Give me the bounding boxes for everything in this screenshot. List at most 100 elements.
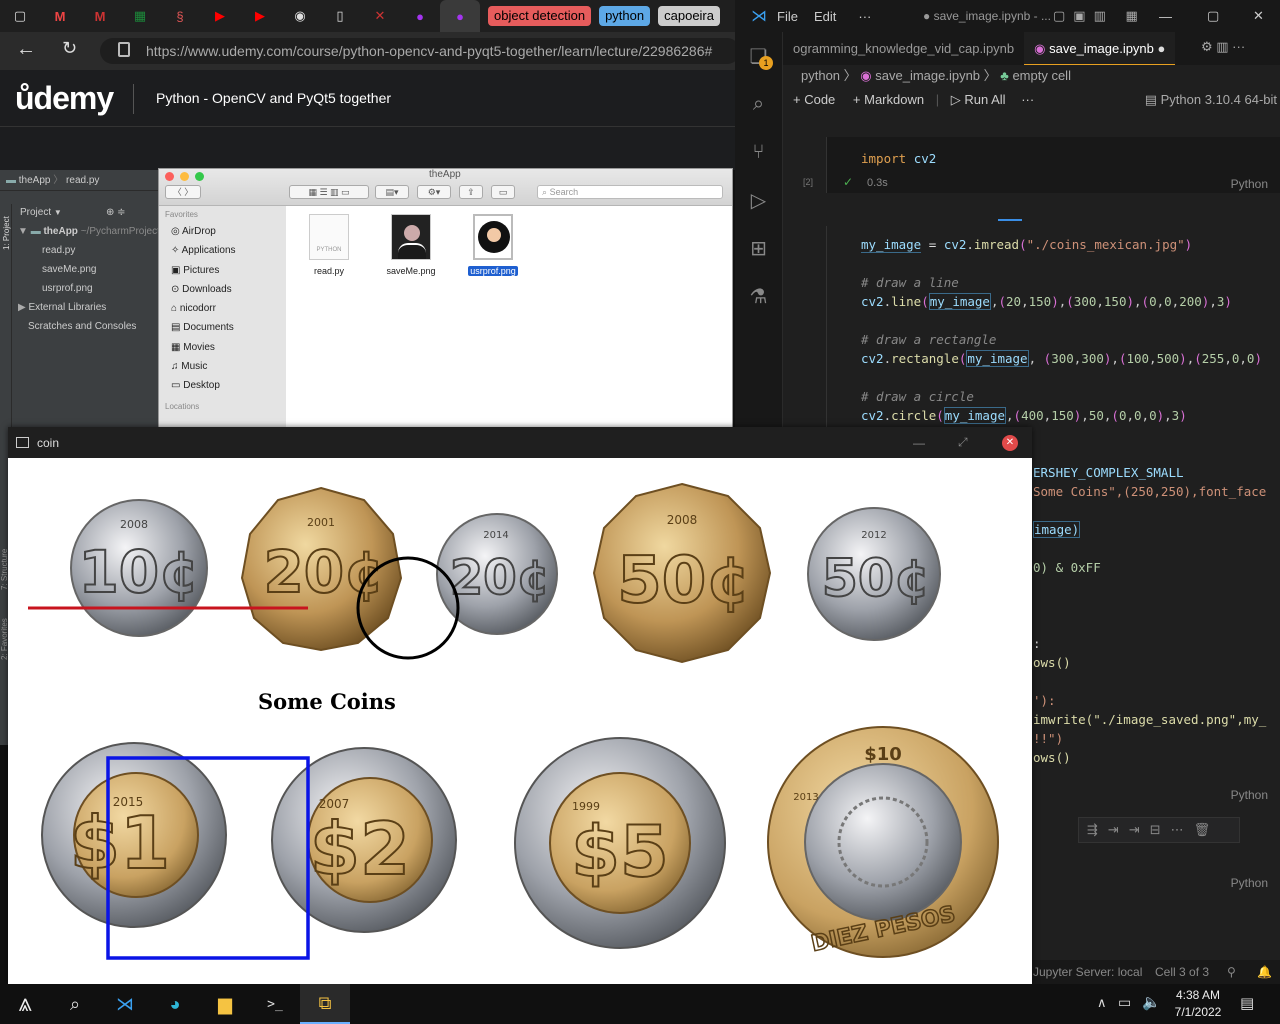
bookmark-capoeira[interactable]: capoeira	[658, 6, 720, 26]
chevron-up-icon[interactable]: ∧	[1097, 995, 1107, 1011]
extensions-icon[interactable]: ⊞	[735, 224, 782, 272]
tree-item-saveme[interactable]: saveMe.png	[14, 260, 160, 279]
sidebar-item-music[interactable]: ♫ Music	[159, 357, 286, 376]
arrow-left-icon[interactable]: ←	[16, 38, 36, 61]
tree-item-usrprof[interactable]: usrprof.png	[14, 279, 160, 298]
panel-title[interactable]: Project	[14, 207, 51, 218]
jupyter-server-status[interactable]: Jupyter Server: local	[1033, 960, 1142, 985]
breadcrumb-python[interactable]: python	[801, 68, 840, 83]
source-control-icon[interactable]: ⑂	[735, 128, 782, 176]
bookmark-object-detection[interactable]: object detection	[488, 6, 592, 26]
bookmark-python[interactable]: python	[599, 6, 651, 26]
testing-icon[interactable]: ⚗	[735, 272, 782, 320]
tree-item-external-libs[interactable]: ▶ External Libraries	[14, 298, 160, 317]
app-tab-icon-2[interactable]: ◉	[280, 0, 320, 32]
tab-actions-icon[interactable]: ⚙ ▥ ···	[1201, 39, 1245, 55]
cell-language[interactable]: Python	[1231, 177, 1268, 191]
minimize-icon[interactable]: —	[1159, 9, 1172, 24]
file-explorer-icon[interactable]: ▆	[200, 984, 250, 1024]
file-read-py[interactable]: PYTHON read.py	[294, 214, 364, 276]
view-switcher[interactable]: ▦ ☰ ▥ ▭	[289, 185, 369, 199]
menu-file[interactable]: File	[777, 9, 798, 24]
run-below-icon[interactable]: ⇥	[1108, 822, 1129, 837]
notifications-icon[interactable]: ▤	[1240, 994, 1254, 1012]
sidebar-item-desktop[interactable]: ▭ Desktop	[159, 376, 286, 395]
menu-more[interactable]: ···	[858, 9, 871, 24]
tab-vid-cap[interactable]: ogramming_knowledge_vid_cap.ipynb	[783, 32, 1024, 65]
notebook-cell-1[interactable]: import cv2 [2] ✓ 0.3s Python	[803, 137, 1280, 193]
gear-icon[interactable]: ⚙▾	[417, 185, 451, 199]
breadcrumb-notebook[interactable]: save_image.ipynb	[875, 68, 980, 83]
gmail-tab-icon-2[interactable]: M	[80, 0, 120, 32]
udemy-logo[interactable]: ůdemy	[15, 80, 114, 117]
more-actions-icon[interactable]: ···	[1021, 92, 1034, 107]
network-icon[interactable]: ▭	[1118, 994, 1131, 1011]
explorer-icon[interactable]: ❏ 1	[735, 32, 782, 80]
more-icon[interactable]: ⋯	[1171, 822, 1194, 837]
breadcrumb-file[interactable]: read.py	[66, 175, 99, 186]
layout-icons[interactable]: ▢▣▥ ▦	[1053, 8, 1146, 24]
youtube-tab-icon-2[interactable]: ▶	[240, 0, 280, 32]
breadcrumb-cell[interactable]: empty cell	[1012, 68, 1071, 83]
doc-tab-icon[interactable]: ▯	[320, 0, 360, 32]
menu-edit[interactable]: Edit	[814, 9, 836, 24]
python-app-icon[interactable]: ⧉	[300, 984, 350, 1024]
course-title[interactable]: Python - OpenCV and PyQt5 together	[156, 90, 391, 106]
search-icon[interactable]: ⌕	[735, 80, 782, 128]
sidebar-item-pictures[interactable]: ▣ Pictures	[159, 261, 286, 280]
run-above-icon[interactable]: ⇶	[1087, 822, 1108, 837]
address-bar[interactable]: https://www.udemy.com/course/python-open…	[100, 38, 740, 64]
gmail-tab-icon[interactable]: M	[40, 0, 80, 32]
group-button[interactable]: ▤▾	[375, 185, 409, 199]
tag-icon[interactable]: ▭	[491, 185, 515, 199]
finder-search-input[interactable]: ⌕ Search	[537, 185, 723, 199]
volume-icon[interactable]: 🔈	[1142, 993, 1161, 1011]
tree-item-scratches[interactable]: Scratches and Consoles	[14, 317, 160, 336]
sidebar-item-applications[interactable]: ✧ Applications	[159, 241, 286, 260]
close-icon[interactable]: ✕	[1253, 8, 1264, 24]
add-code-button[interactable]: + Code	[793, 92, 835, 107]
cell-1-code[interactable]: import cv2	[827, 137, 1280, 168]
share-icon[interactable]: ⇪	[459, 185, 483, 199]
udemy-tab-icon[interactable]: ●	[400, 0, 440, 32]
cell-3-language[interactable]: Python	[1231, 876, 1268, 890]
breadcrumb-app[interactable]: theApp	[19, 175, 51, 186]
minimize-icon[interactable]: —	[913, 436, 925, 450]
maximize-icon[interactable]: ⤢	[958, 435, 968, 450]
cell-position[interactable]: Cell 3 of 3	[1155, 960, 1209, 985]
tree-item-theapp[interactable]: ▼ ▬ theApp ~/PycharmProject	[14, 222, 160, 241]
sidebar-item-movies[interactable]: ▦ Movies	[159, 338, 286, 357]
edge-browser-icon[interactable]: ◕	[150, 984, 200, 1024]
file-usrprof-png[interactable]: usrprof.png	[458, 214, 528, 276]
close-icon[interactable]: ✕	[1002, 435, 1018, 451]
tab-actions-icon[interactable]: ▢	[0, 0, 40, 32]
sidebar-item-airdrop[interactable]: ◎ AirDrop	[159, 222, 286, 241]
split-cell-icon[interactable]: ⊟	[1150, 822, 1171, 837]
tree-item-read-py[interactable]: read.py	[14, 241, 160, 260]
back-forward-buttons[interactable]: 〈 〉	[165, 185, 201, 199]
close-window-icon[interactable]	[165, 172, 174, 181]
bell-icon[interactable]: 🔔	[1257, 960, 1272, 985]
app-tab-icon-3[interactable]: ✕	[360, 0, 400, 32]
app-tab-icon[interactable]: §	[160, 0, 200, 32]
tab-save-image[interactable]: ◉ save_image.ipynb ●	[1024, 32, 1176, 65]
settings-icon[interactable]: ⊕ ≑	[106, 206, 126, 220]
cell-2-language[interactable]: Python	[1231, 788, 1268, 802]
delete-cell-icon[interactable]: 🗑	[1194, 822, 1221, 837]
start-menu-icon[interactable]: ⩓	[0, 984, 50, 1024]
minimize-window-icon[interactable]	[180, 172, 189, 181]
tool-tab-project[interactable]: 1: Project	[1, 212, 13, 250]
file-saveme-png[interactable]: saveMe.png	[376, 214, 446, 276]
kernel-picker[interactable]: ▤ Python 3.10.4 64-bit	[1145, 90, 1277, 110]
vscode-taskbar-icon[interactable]: ⋊	[100, 984, 150, 1024]
run-debug-icon[interactable]: ▷	[735, 176, 782, 224]
sidebar-item-documents[interactable]: ▤ Documents	[159, 318, 286, 337]
run-all-button[interactable]: Run All	[964, 92, 1005, 107]
terminal-icon[interactable]: >_	[250, 984, 300, 1024]
chevron-down-icon[interactable]: ▼	[54, 208, 62, 217]
clock[interactable]: 4:38 AM 7/1/2022	[1168, 987, 1228, 1021]
youtube-tab-icon[interactable]: ▶	[200, 0, 240, 32]
add-markdown-button[interactable]: + Markdown	[853, 92, 924, 107]
sheets-tab-icon[interactable]: ▦	[120, 0, 160, 32]
feedback-icon[interactable]: ⚲	[1227, 960, 1236, 985]
